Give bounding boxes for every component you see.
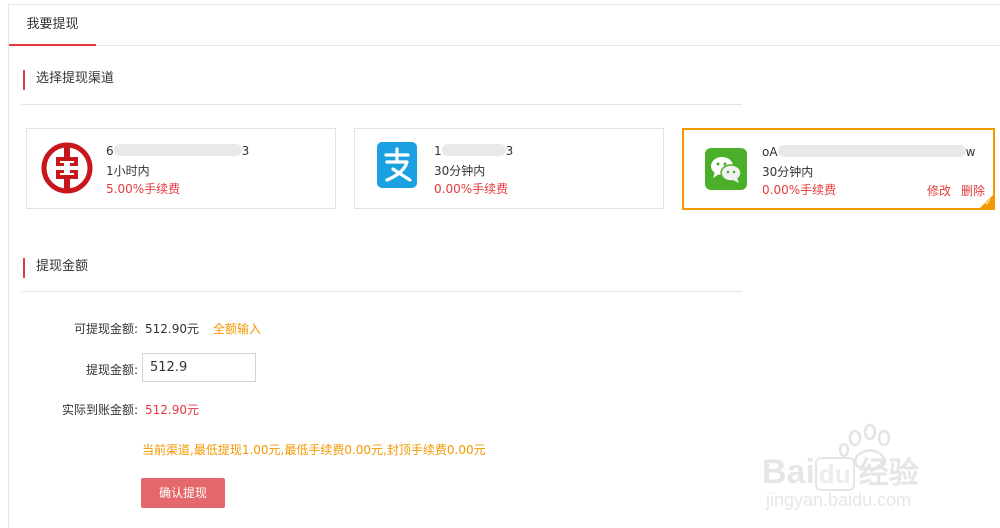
masked-text — [777, 145, 966, 157]
divider — [21, 291, 742, 292]
divider — [21, 104, 742, 105]
channel-card-bank[interactable]: 63 1小时内 5.00%手续费 — [26, 128, 336, 209]
actual-value: 512.90元 — [145, 403, 199, 417]
tab-withdraw[interactable]: 我要提现 — [9, 5, 96, 46]
alipay-icon — [377, 142, 417, 191]
channel-section-title: 选择提现渠道 — [23, 70, 114, 90]
watermark-du: du — [814, 457, 855, 491]
watermark-url: jingyan.baidu.com — [766, 490, 912, 510]
baidu-watermark: Bai du 经验 jingyan.baidu.com — [760, 418, 990, 518]
available-value: 512.90元 — [145, 322, 199, 336]
wechat-time: 30分钟内 — [762, 165, 814, 179]
bank-fee: 5.00%手续费 — [106, 182, 181, 196]
alipay-account: 13 — [434, 144, 514, 158]
available-label: 可提现金额: — [73, 322, 138, 336]
wechat-actions: 修改 删除 — [917, 182, 985, 199]
actual-label: 实际到账金额: — [61, 403, 138, 417]
check-icon: ✓ — [984, 198, 992, 208]
channel-card-alipay[interactable]: 13 30分钟内 0.00%手续费 — [354, 128, 664, 209]
amount-section-title: 提现金额 — [23, 258, 88, 278]
bank-time: 1小时内 — [106, 164, 150, 178]
tab-bar: 我要提现 — [9, 5, 1000, 46]
edit-link[interactable]: 修改 — [927, 184, 951, 198]
icbc-bank-icon — [41, 142, 93, 197]
channel-tip: 当前渠道,最低提现1.00元,最低手续费0.00元,封顶手续费0.00元 — [142, 443, 486, 457]
confirm-withdraw-button[interactable]: 确认提现 — [141, 478, 225, 508]
bank-account: 63 — [106, 144, 250, 158]
fill-all-link[interactable]: 全额输入 — [213, 320, 261, 337]
channel-card-wechat[interactable]: oA w 30分钟内 0.00%手续费 修改 删除 ✓ — [682, 128, 995, 210]
amount-label: 提现金额: — [85, 363, 138, 377]
wechat-icon — [705, 148, 747, 193]
masked-text — [441, 144, 506, 156]
alipay-fee: 0.00%手续费 — [434, 182, 509, 196]
wechat-fee: 0.00%手续费 — [762, 183, 837, 197]
alipay-time: 30分钟内 — [434, 164, 486, 178]
wechat-account: oA w — [762, 145, 976, 159]
watermark-jingyan: 经验 — [858, 457, 919, 490]
watermark-bai: Bai — [762, 453, 815, 491]
masked-text — [113, 144, 242, 156]
amount-input[interactable] — [142, 353, 256, 382]
